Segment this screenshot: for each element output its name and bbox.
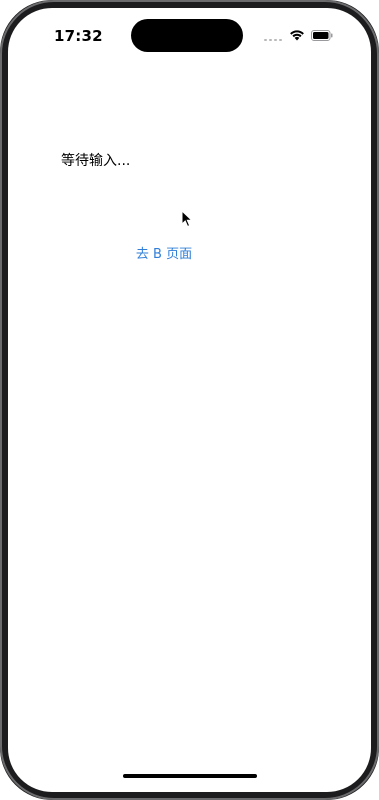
status-bar: 17:32 <box>8 8 371 64</box>
home-indicator[interactable] <box>123 774 257 778</box>
go-to-page-b-button[interactable]: 去 B 页面 <box>128 244 200 266</box>
cellular-signal-icon <box>264 38 284 41</box>
waiting-status-text: 等待输入... <box>61 153 131 169</box>
battery-icon <box>311 30 333 41</box>
dynamic-island <box>131 19 243 52</box>
mouse-pointer-icon <box>181 210 193 228</box>
status-time: 17:32 <box>54 27 103 45</box>
phone-screen: 17:32 等待输入... 去 B 页面 <box>0 0 379 800</box>
wifi-icon <box>290 30 304 41</box>
